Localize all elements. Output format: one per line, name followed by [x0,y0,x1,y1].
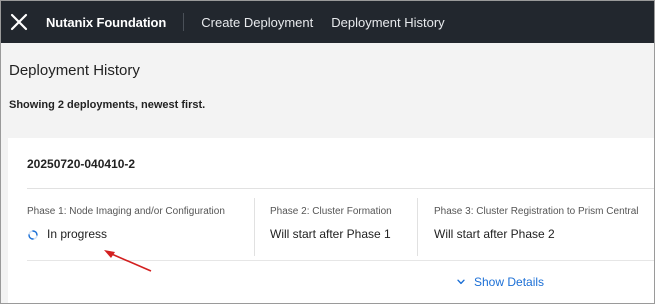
phase-divider [417,198,418,256]
nav-deployment-history[interactable]: Deployment History [331,15,444,30]
phase-2-status: Will start after Phase 1 [270,227,391,241]
phase-1-status: In progress [27,227,225,241]
chevron-down-icon [457,279,465,285]
page-title: Deployment History [9,62,140,79]
phase-1-label: Phase 1: Node Imaging and/or Configurati… [27,206,225,217]
top-navigation-bar: Nutanix Foundation Create Deployment Dep… [1,1,654,43]
show-details-link[interactable]: Show Details [457,275,544,289]
phase-divider [254,198,255,256]
nav-divider [183,13,185,31]
nutanix-x-logo-icon[interactable] [9,12,29,32]
phase-3-label: Phase 3: Cluster Registration to Prism C… [434,206,639,217]
nav-create-deployment[interactable]: Create Deployment [201,15,313,30]
brand-title: Nutanix Foundation [46,14,167,30]
phase-1-status-text: In progress [47,227,108,241]
card-divider [27,188,654,189]
phase-2-label: Phase 2: Cluster Formation [270,206,392,217]
app-window: Nutanix Foundation Create Deployment Dep… [0,0,655,304]
phase-1: Phase 1: Node Imaging and/or Configurati… [27,206,225,241]
deployments-summary: Showing 2 deployments, newest first. [9,99,206,111]
phase-2: Phase 2: Cluster Formation Will start af… [270,206,392,241]
phase-3: Phase 3: Cluster Registration to Prism C… [434,206,639,241]
deployment-id: 20250720-040410-2 [27,157,136,171]
phase-3-status: Will start after Phase 2 [434,227,555,241]
card-footer-divider [27,260,654,261]
show-details-label: Show Details [474,275,545,289]
deployment-card: 20250720-040410-2 Phase 1: Node Imaging … [8,138,654,303]
spinner-icon [28,229,38,240]
